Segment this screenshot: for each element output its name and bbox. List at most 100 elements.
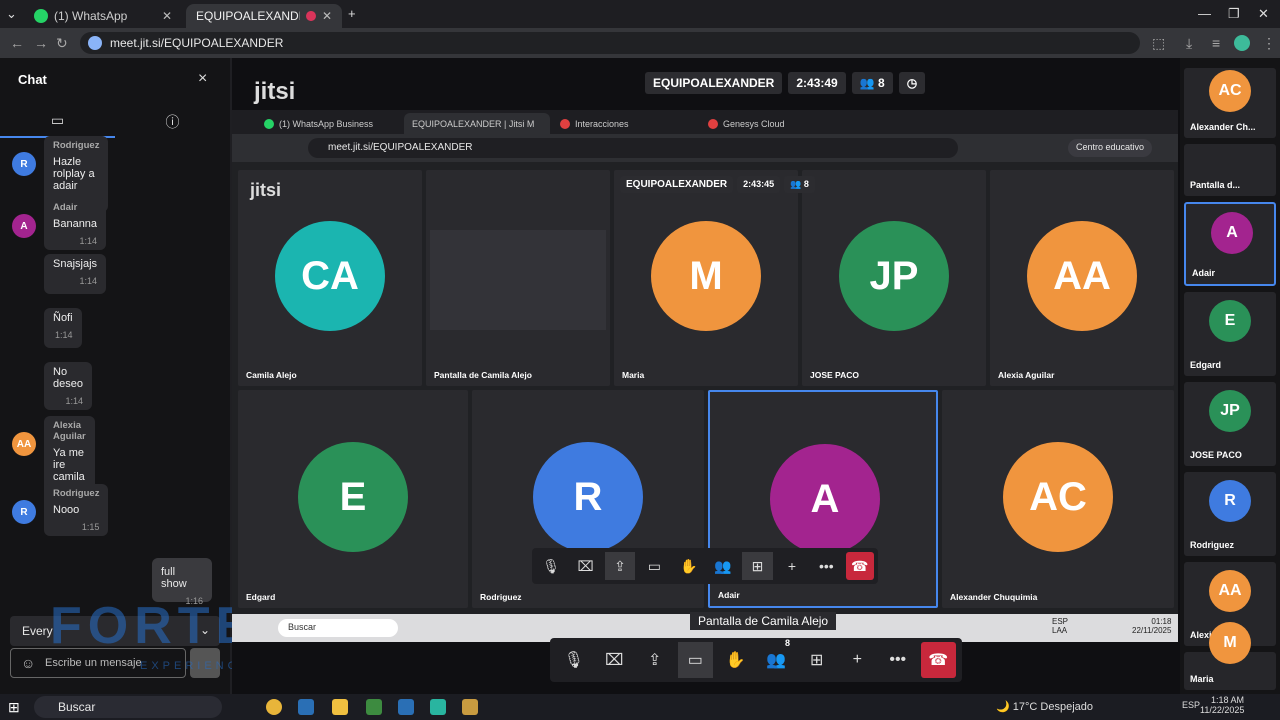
tab-whatsapp[interactable]: (1) WhatsApp ✕: [24, 4, 182, 28]
tile-view-icon: ⊞: [742, 552, 773, 580]
filmstrip-tile[interactable]: R Rodriguez: [1184, 472, 1276, 556]
address-bar-row: ← → ↻ meet.jit.si/EQUIPOALEXANDER ⬚ ⤓ ≡ …: [0, 28, 1280, 58]
windows-taskbar: ⊞ Buscar 🌙 17°C Despejado ESP 1:18 AM 11…: [0, 694, 1280, 720]
app2-icon[interactable]: [430, 699, 446, 715]
media-icon[interactable]: ≡: [1212, 35, 1220, 51]
raise-hand-button[interactable]: ✋: [718, 642, 754, 678]
inner-tab-label: Interacciones: [575, 118, 629, 129]
clock-date: 11/22/2025: [1200, 705, 1245, 715]
info-icon: ⓘ: [165, 114, 180, 130]
video-tile[interactable]: M Maria: [614, 170, 798, 386]
download-icon[interactable]: ⤓: [1186, 35, 1192, 52]
message-text: No deseo: [53, 366, 83, 390]
tab-polls[interactable]: ⓘ: [115, 112, 230, 138]
chrome-active-icon[interactable]: [366, 699, 382, 715]
close-window-button[interactable]: ✕: [1258, 6, 1269, 22]
avatar: AC: [1209, 70, 1251, 112]
app-icon[interactable]: [398, 699, 414, 715]
message-text: Nooo: [53, 504, 80, 516]
inner-tab-label: EQUIPOALEXANDER | Jitsi M: [412, 118, 535, 129]
filmstrip-tile[interactable]: Pantalla d...: [1184, 144, 1276, 196]
message-time: 1:15: [81, 522, 100, 532]
inner-participants-number: 8: [803, 179, 809, 189]
message-bubble: No deseo 1:14: [44, 362, 92, 410]
avatar: A: [770, 444, 880, 554]
video-tile[interactable]: AA Alexia Aguilar: [990, 170, 1174, 386]
steam-icon[interactable]: [298, 699, 314, 715]
tab-jitsi[interactable]: EQUIPOALEXANDER | Jitsi M ✕: [186, 4, 342, 28]
chat-button[interactable]: ▭: [677, 642, 713, 678]
back-icon[interactable]: ←: [10, 35, 24, 51]
chrome-icon[interactable]: [266, 699, 282, 715]
participants-button[interactable]: 👥 8: [759, 638, 795, 678]
inner-lang: ESP LAA: [1052, 617, 1069, 635]
avatar: A: [1211, 212, 1253, 254]
avatar: A: [12, 214, 36, 238]
inner-search: Buscar: [278, 619, 398, 637]
inner-tab-genesys: Genesys Cloud: [700, 113, 846, 134]
taskbar-search[interactable]: Buscar: [34, 696, 222, 718]
profile-avatar[interactable]: [1234, 35, 1250, 51]
video-tile[interactable]: JP JOSE PACO: [802, 170, 986, 386]
participants-count[interactable]: 👥 8: [851, 72, 893, 94]
inner-url: meet.jit.si/EQUIPOALEXANDER: [308, 138, 958, 158]
message-sender: Alexia Aguilar: [53, 420, 86, 442]
jitsi-logo: jitsi: [254, 78, 296, 105]
inner-address-bar: meet.jit.si/EQUIPOALEXANDER Centro educa…: [232, 134, 1178, 162]
tab-chat[interactable]: ▭: [0, 112, 115, 138]
weather-widget[interactable]: 🌙 17°C Despejado: [996, 700, 1093, 713]
screenshare-button[interactable]: ⇪: [637, 642, 673, 678]
message-text: Ñofi: [53, 312, 73, 324]
close-tab-icon[interactable]: ✕: [162, 9, 172, 23]
video-tile[interactable]: AC Alexander Chuquimia: [942, 390, 1174, 608]
language-indicator[interactable]: ESP: [1182, 700, 1200, 710]
browser-tab-bar: (1) WhatsApp ✕ EQUIPOALEXANDER | Jitsi M…: [0, 0, 1280, 28]
system-clock[interactable]: 1:18 AM 11/22/2025: [1200, 695, 1244, 715]
inner-toolbar: 🎙 ⌧ ⇪ ▭ ✋ 👥 ⊞ + ••• ☎: [532, 548, 878, 584]
minimize-button[interactable]: —: [1198, 6, 1211, 21]
emoji-icon[interactable]: ☺: [21, 655, 35, 671]
invite-button[interactable]: +: [840, 642, 876, 678]
taskbar-search-text: Buscar: [58, 700, 96, 714]
close-tab-icon[interactable]: ✕: [322, 9, 332, 23]
inner-search-text: Buscar: [288, 622, 317, 632]
video-tile[interactable]: E Edgard: [238, 390, 468, 608]
participant-name: Edgard: [246, 592, 276, 602]
filmstrip-tile[interactable]: AC Alexander Ch...: [1184, 68, 1276, 138]
more-button[interactable]: •••: [880, 642, 916, 678]
app3-icon[interactable]: [462, 699, 478, 715]
filmstrip-tile[interactable]: JP JOSE PACO: [1184, 382, 1276, 466]
forward-icon[interactable]: →: [34, 35, 48, 51]
maximize-button[interactable]: ❐: [1228, 6, 1240, 22]
inner-room-name: EQUIPOALEXANDER: [620, 176, 734, 193]
participant-name: Maria: [1190, 674, 1214, 684]
hangup-button[interactable]: ☎: [920, 642, 956, 678]
menu-icon[interactable]: ⋮: [1262, 35, 1276, 52]
filmstrip-tile[interactable]: E Edgard: [1184, 292, 1276, 376]
screenshare-label: Pantalla de Camila Alejo: [690, 612, 837, 630]
genesys-icon: [708, 118, 718, 129]
avatar: AA: [1209, 570, 1251, 612]
extensions-icon[interactable]: ⬚: [1152, 35, 1165, 52]
video-tile[interactable]: CA Camila Alejo: [238, 170, 422, 386]
room-name: EQUIPOALEXANDER: [645, 72, 783, 94]
tab-search-icon[interactable]: ⌄: [6, 6, 17, 22]
mic-button[interactable]: 🎙: [556, 642, 592, 678]
filmstrip-tile[interactable]: A Adair: [1184, 202, 1276, 286]
video-tile[interactable]: Pantalla de Camila Alejo: [426, 170, 610, 386]
site-info-icon[interactable]: [88, 36, 102, 50]
participant-name: Rodriguez: [480, 592, 522, 602]
close-chat-button[interactable]: ×: [198, 70, 207, 88]
speaker-stats-icon[interactable]: ◷: [898, 72, 926, 94]
participant-name: Camila Alejo: [246, 370, 297, 380]
more-icon: •••: [818, 558, 834, 574]
camera-button[interactable]: ⌧: [597, 642, 633, 678]
filmstrip-tile[interactable]: M Maria: [1184, 622, 1276, 690]
new-tab-button[interactable]: +: [348, 6, 356, 21]
explorer-icon[interactable]: [332, 699, 348, 715]
tile-view-button[interactable]: ⊞: [799, 642, 835, 678]
windows-start-icon[interactable]: ⊞: [8, 699, 20, 716]
reload-icon[interactable]: ↻: [56, 35, 68, 52]
inner-tab-bar: (1) WhatsApp Business EQUIPOALEXANDER | …: [232, 110, 1178, 134]
url-input[interactable]: meet.jit.si/EQUIPOALEXANDER: [80, 32, 1140, 54]
